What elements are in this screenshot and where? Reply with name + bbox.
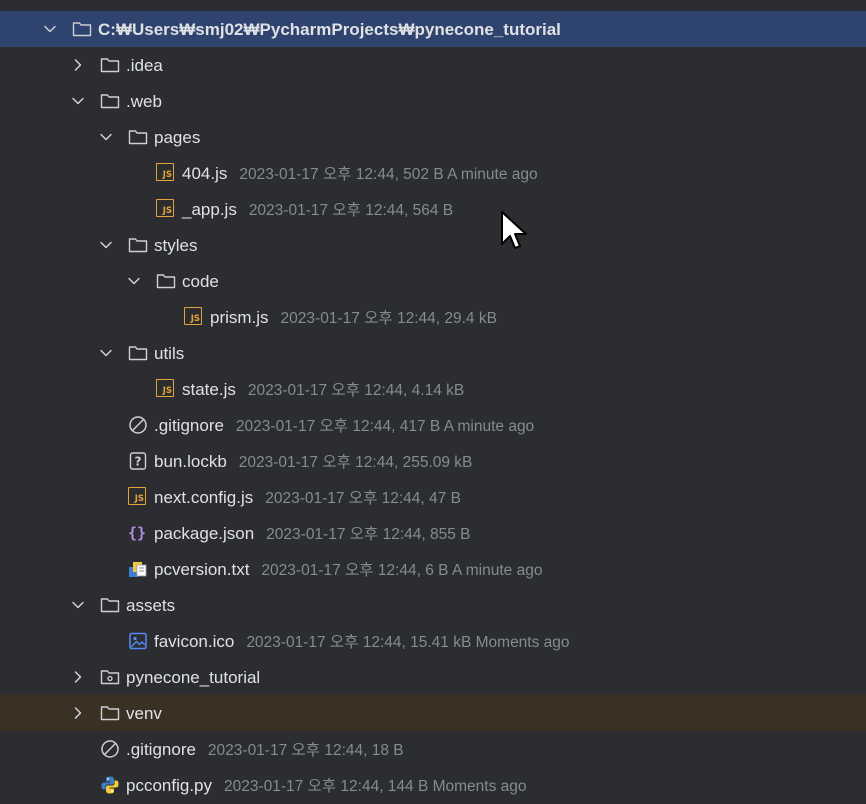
tree-row[interactable]: {} package.json 2023-01-17 오후 12:44, 855 B xyxy=(0,515,866,551)
tree-item-label: state.js xyxy=(182,380,236,399)
tree-item-meta: 2023-01-17 오후 12:44, 502 B A minute ago xyxy=(239,166,538,183)
js-file-icon: JS xyxy=(156,163,176,183)
tree-item-meta: 2023-01-17 오후 12:44, 47 B xyxy=(265,490,461,507)
tree-row[interactable]: styles xyxy=(0,227,866,263)
tree-row[interactable]: pynecone_tutorial xyxy=(0,659,866,695)
tree-item-label: 404.js xyxy=(182,164,228,183)
js-file-icon: JS xyxy=(156,379,176,399)
mouse-cursor-icon xyxy=(501,211,527,249)
chevron-down-icon[interactable] xyxy=(98,345,114,361)
tree-item-meta: 2023-01-17 오후 12:44, 4.14 kB xyxy=(247,382,465,399)
tree-row[interactable]: .idea xyxy=(0,47,866,83)
tree-item-label: bun.lockb xyxy=(154,452,227,471)
tree-item-meta: 2023-01-17 오후 12:44, 6 B A minute ago xyxy=(261,562,543,579)
tree-row[interactable]: pages xyxy=(0,119,866,155)
tree-item-label: code xyxy=(182,272,219,291)
tree-row[interactable]: JS next.config.js 2023-01-17 오후 12:44, 47 … xyxy=(0,479,866,515)
image-file-icon xyxy=(128,631,148,651)
tree-item-label: C:₩Users₩smj02₩PycharmProjects₩pynecone_… xyxy=(98,20,561,39)
tree-item-label: favicon.ico xyxy=(154,632,235,651)
tree-row[interactable]: code xyxy=(0,263,866,299)
tree-row[interactable]: utils xyxy=(0,335,866,371)
folder-icon xyxy=(128,235,148,255)
tree-item-label: .web xyxy=(126,92,162,111)
folder-icon xyxy=(100,595,120,615)
project-tree: C:₩Users₩smj02₩PycharmProjects₩pynecone_… xyxy=(0,0,866,804)
chevron-right-icon[interactable] xyxy=(70,57,86,73)
unknown-file-icon: ? xyxy=(128,451,148,471)
tree-item-meta: 2023-01-17 오후 12:44, 29.4 kB xyxy=(280,310,497,327)
tree-item-label: next.config.js xyxy=(154,488,254,507)
tree-item-label: .gitignore xyxy=(154,416,224,435)
folder-icon xyxy=(100,91,120,111)
tree-item-label: .idea xyxy=(126,56,163,75)
tree-item-label: assets xyxy=(126,596,176,615)
ignore-file-icon xyxy=(100,739,120,759)
tree-item-meta: 2023-01-17 오후 12:44, 18 B xyxy=(207,742,404,759)
js-file-icon: JS xyxy=(128,487,148,507)
tree-item-meta: 2023-01-17 오후 12:44, 564 B xyxy=(248,202,454,219)
chevron-down-icon[interactable] xyxy=(70,93,86,109)
tree-item-label: package.json xyxy=(154,524,255,543)
tree-row[interactable]: JS prism.js 2023-01-17 오후 12:44, 29.4 kB xyxy=(0,299,866,335)
tree-item-label: pcversion.txt xyxy=(154,560,250,579)
folder-icon xyxy=(156,271,176,291)
tree-row[interactable]: favicon.ico 2023-01-17 오후 12:44, 15.41 kB… xyxy=(0,623,866,659)
tree-item-label: _app.js xyxy=(182,200,237,219)
tree-item-meta: 2023-01-17 오후 12:44, 15.41 kB Moments ag… xyxy=(246,634,570,651)
package-folder-icon xyxy=(100,667,120,687)
tree-item-label: pynecone_tutorial xyxy=(126,668,261,687)
chevron-down-icon[interactable] xyxy=(42,21,58,37)
tree-item-label: prism.js xyxy=(210,308,269,327)
tree-row[interactable]: ? bun.lockb 2023-01-17 오후 12:44, 255.09 kB xyxy=(0,443,866,479)
tree-item-label: pages xyxy=(154,128,201,147)
js-file-icon: JS xyxy=(156,199,176,219)
ignore-file-icon xyxy=(128,415,148,435)
text-file-icon xyxy=(128,559,148,579)
tree-row[interactable]: pcversion.txt 2023-01-17 오후 12:44, 6 B A … xyxy=(0,551,866,587)
python-file-icon xyxy=(100,775,120,795)
tree-item-label: .gitignore xyxy=(126,740,196,759)
chevron-down-icon[interactable] xyxy=(98,237,114,253)
chevron-down-icon[interactable] xyxy=(126,273,142,289)
tree-row[interactable]: .web xyxy=(0,83,866,119)
tree-item-meta: 2023-01-17 오후 12:44, 417 B A minute ago xyxy=(235,418,535,435)
chevron-down-icon[interactable] xyxy=(70,597,86,613)
chevron-down-icon[interactable] xyxy=(98,129,114,145)
tree-row[interactable]: JS 404.js 2023-01-17 오후 12:44, 502 B A min… xyxy=(0,155,866,191)
tree-row[interactable]: JS state.js 2023-01-17 오후 12:44, 4.14 kB xyxy=(0,371,866,407)
tree-item-label: venv xyxy=(126,704,162,723)
tree-item-meta: 2023-01-17 오후 12:44, 144 B Moments ago xyxy=(223,778,527,795)
chevron-right-icon[interactable] xyxy=(70,669,86,685)
tree-row[interactable]: JS _app.js 2023-01-17 오후 12:44, 564 B xyxy=(0,191,866,227)
folder-icon xyxy=(72,19,92,39)
chevron-right-icon[interactable] xyxy=(70,705,86,721)
folder-icon xyxy=(100,703,120,723)
tree-row[interactable]: .gitignore 2023-01-17 오후 12:44, 417 B A m… xyxy=(0,407,866,443)
tree-item-meta: 2023-01-17 오후 12:44, 855 B xyxy=(266,526,471,543)
tree-row[interactable]: C:₩Users₩smj02₩PycharmProjects₩pynecone_… xyxy=(0,11,866,47)
tree-item-label: styles xyxy=(154,236,198,255)
folder-icon xyxy=(100,55,120,75)
tree-item-label: pcconfig.py xyxy=(126,776,212,795)
tree-item-meta: 2023-01-17 오후 12:44, 255.09 kB xyxy=(238,454,473,471)
tree-row[interactable]: assets xyxy=(0,587,866,623)
json-file-icon: {} xyxy=(128,524,147,542)
js-file-icon: JS xyxy=(184,307,204,327)
folder-icon xyxy=(128,127,148,147)
tree-row[interactable]: .gitignore 2023-01-17 오후 12:44, 18 B xyxy=(0,731,866,767)
tree-item-label: utils xyxy=(154,344,185,363)
svg-text:?: ? xyxy=(135,455,142,469)
tree-row[interactable]: venv xyxy=(0,695,866,731)
folder-icon xyxy=(128,343,148,363)
tree-row[interactable]: pcconfig.py 2023-01-17 오후 12:44, 144 B Mo… xyxy=(0,767,866,803)
